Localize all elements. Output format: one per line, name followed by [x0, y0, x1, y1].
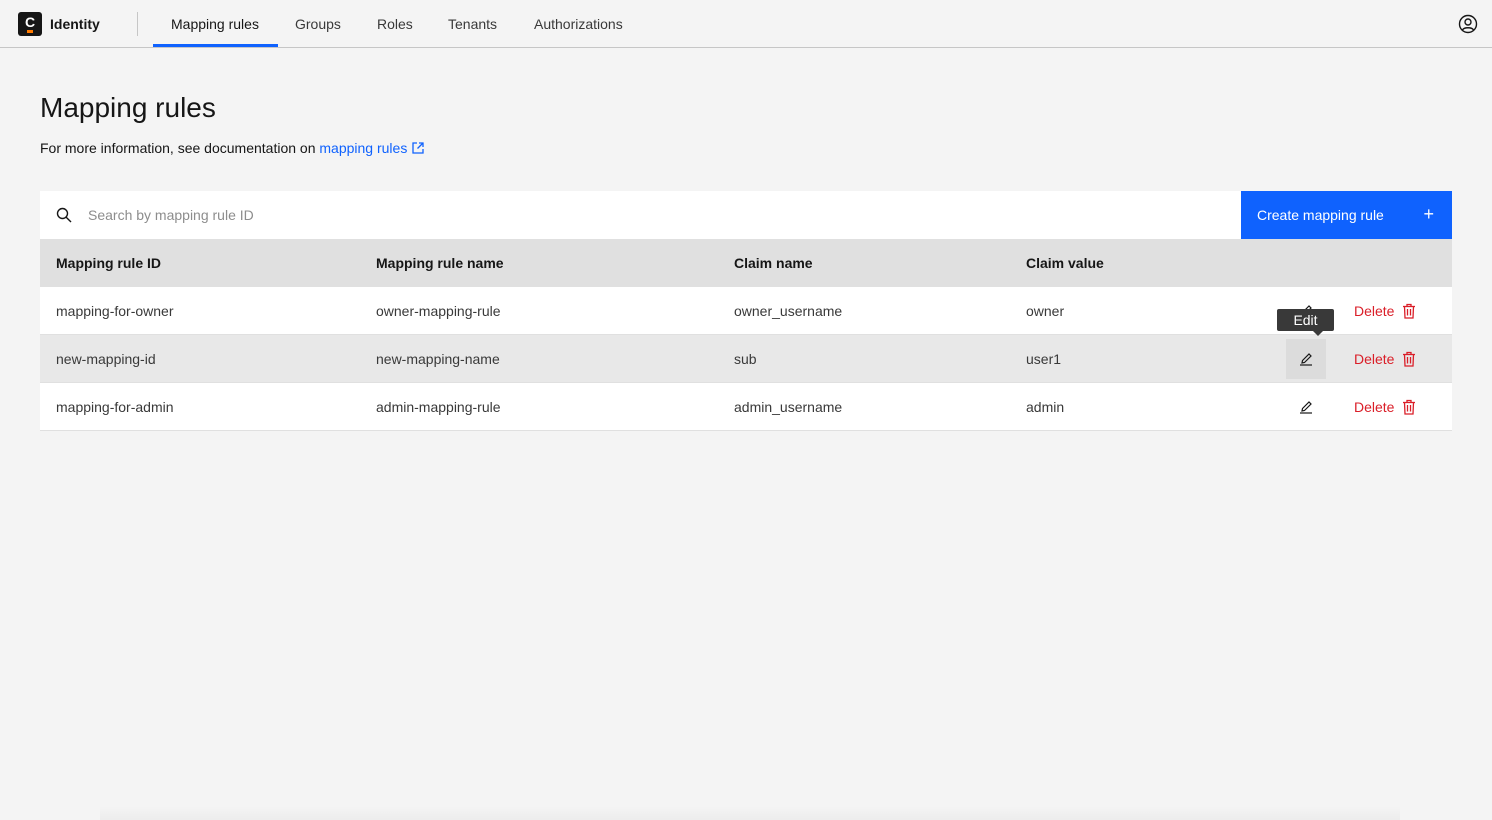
table-toolbar: Create mapping rule +	[40, 191, 1452, 239]
cell-claim-name: admin_username	[734, 399, 843, 415]
search-icon	[56, 207, 72, 223]
nav-tab-groups[interactable]: Groups	[295, 0, 341, 48]
delete-button[interactable]: Delete	[1346, 335, 1424, 383]
cell-claim-value: admin	[1026, 399, 1065, 415]
trash-icon	[1403, 303, 1416, 319]
active-tab-indicator	[153, 44, 278, 47]
bottom-shadow	[100, 806, 1400, 820]
trash-icon	[1403, 351, 1416, 367]
nav-tab-authorizations[interactable]: Authorizations	[534, 0, 623, 48]
logo-letter: C	[24, 14, 36, 30]
table-header: Mapping rule ID Mapping rule name Claim …	[40, 239, 1452, 287]
cell-claim-value: owner	[1026, 303, 1065, 319]
cell-claim-name: sub	[734, 351, 757, 367]
table-row[interactable]: mapping-for-admin admin-mapping-rule adm…	[40, 383, 1452, 431]
table-row[interactable]: mapping-for-owner owner-mapping-rule own…	[40, 287, 1452, 335]
external-link-icon	[412, 142, 424, 154]
search-input[interactable]	[80, 191, 1230, 239]
cell-mapping-rule-id: new-mapping-id	[56, 351, 156, 367]
column-header-claim-name[interactable]: Claim name	[734, 239, 813, 287]
edit-tooltip: Edit	[1277, 309, 1334, 331]
app-header: C Identity Mapping rules Groups Roles Te…	[0, 0, 1492, 48]
edit-button[interactable]	[1286, 387, 1326, 427]
add-icon: +	[1423, 204, 1434, 224]
delete-label: Delete	[1354, 399, 1395, 415]
delete-button[interactable]: Delete	[1346, 383, 1424, 431]
app-brand-name[interactable]: Identity	[50, 15, 100, 33]
edit-button[interactable]	[1286, 339, 1326, 379]
mapping-rules-table: Mapping rule ID Mapping rule name Claim …	[40, 239, 1452, 431]
cell-mapping-rule-name: new-mapping-name	[376, 351, 500, 367]
create-mapping-rule-button[interactable]: Create mapping rule +	[1241, 191, 1452, 239]
cell-claim-value: user1	[1026, 351, 1062, 367]
logo-accent	[27, 30, 33, 33]
cell-claim-name: owner_username	[734, 303, 843, 319]
cell-mapping-rule-id: mapping-for-admin	[56, 399, 174, 415]
edit-icon	[1300, 401, 1312, 414]
cell-mapping-rule-id: mapping-for-owner	[56, 303, 174, 319]
cell-mapping-rule-name: owner-mapping-rule	[376, 303, 501, 319]
column-header-id[interactable]: Mapping rule ID	[56, 239, 161, 287]
edit-icon	[1300, 353, 1312, 366]
user-avatar-icon[interactable]	[1458, 14, 1478, 34]
table-row[interactable]: new-mapping-id new-mapping-name sub user…	[40, 335, 1452, 383]
page-title: Mapping rules	[40, 92, 216, 123]
delete-label: Delete	[1354, 303, 1395, 319]
delete-label: Delete	[1354, 351, 1395, 367]
delete-button[interactable]: Delete	[1346, 287, 1424, 335]
column-header-claim-value[interactable]: Claim value	[1026, 239, 1104, 287]
documentation-link[interactable]: mapping rules	[319, 140, 425, 156]
create-button-label: Create mapping rule	[1257, 207, 1384, 223]
cell-mapping-rule-name: admin-mapping-rule	[376, 399, 501, 415]
camunda-logo-icon[interactable]: C	[18, 12, 42, 36]
nav-tab-tenants[interactable]: Tenants	[448, 0, 497, 48]
trash-icon	[1403, 399, 1416, 415]
documentation-link-label: mapping rules	[319, 140, 408, 156]
info-text: For more information, see documentation …	[40, 139, 425, 157]
info-prefix: For more information, see documentation …	[40, 140, 320, 156]
nav-tab-roles[interactable]: Roles	[377, 0, 413, 48]
column-header-name[interactable]: Mapping rule name	[376, 239, 504, 287]
tooltip-caret	[1313, 331, 1323, 336]
nav-tab-mapping-rules[interactable]: Mapping rules	[171, 0, 259, 48]
header-divider	[137, 12, 138, 36]
